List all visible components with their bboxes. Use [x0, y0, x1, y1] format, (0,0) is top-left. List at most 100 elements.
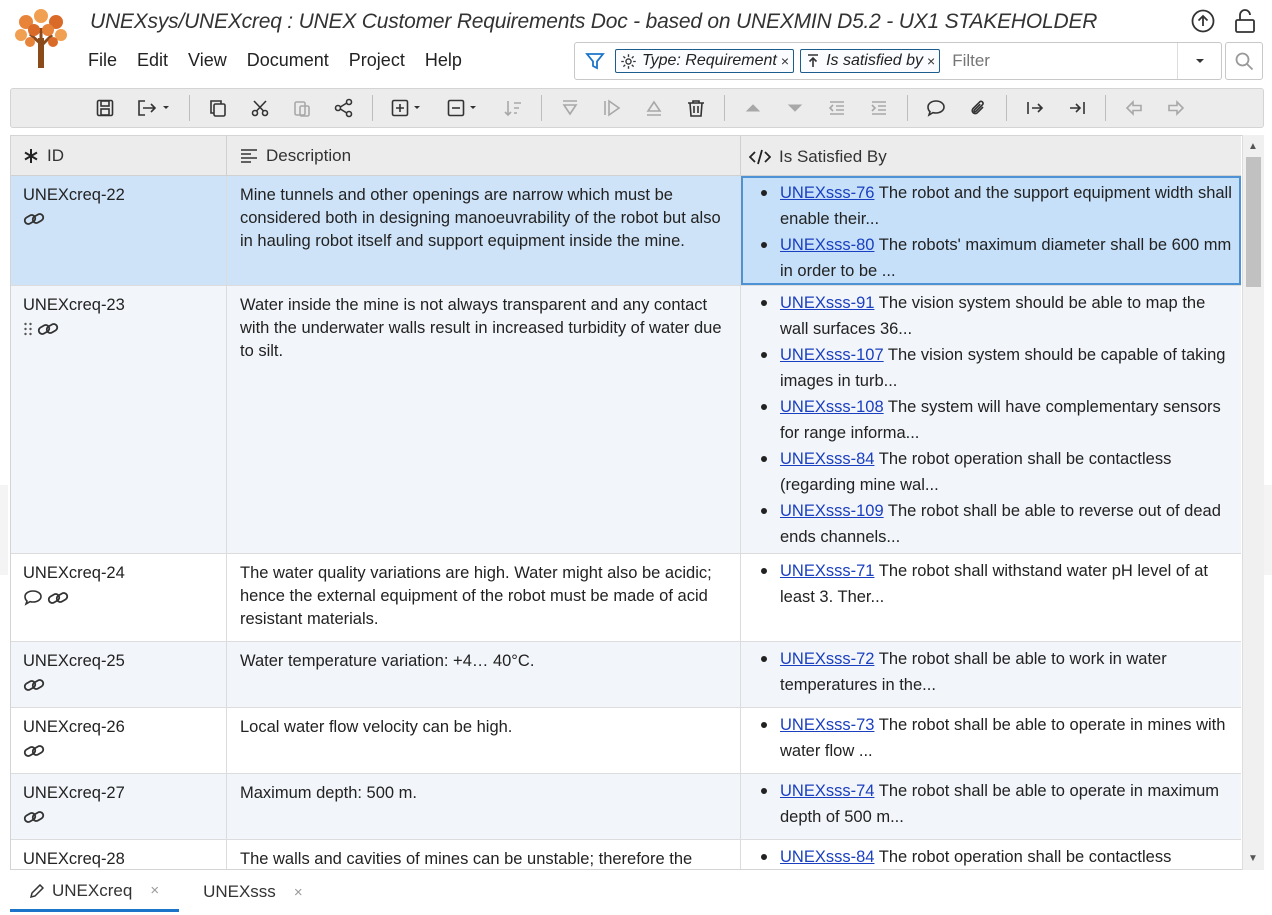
last-link-button[interactable] — [1061, 93, 1093, 123]
column-header-description[interactable]: Description — [227, 136, 741, 176]
id-cell[interactable]: UNEXcreq-28 — [11, 840, 227, 869]
attachment-button[interactable] — [962, 93, 994, 123]
menu-document[interactable]: Document — [247, 50, 329, 71]
tab-unexcreq[interactable]: UNEXcreq × — [10, 872, 180, 912]
link-icon[interactable] — [23, 677, 45, 700]
link-icon[interactable] — [47, 590, 69, 613]
unlock-icon[interactable] — [1232, 8, 1258, 34]
requirement-link[interactable]: UNEXsss-76 — [780, 184, 874, 202]
move-down-button[interactable] — [779, 93, 811, 123]
menu-edit[interactable]: Edit — [137, 50, 168, 71]
share-button[interactable] — [328, 93, 360, 123]
menu-view[interactable]: View — [188, 50, 227, 71]
id-cell[interactable]: UNEXcreq-24 — [11, 554, 227, 641]
remove-item-button[interactable] — [441, 93, 487, 123]
filter-input[interactable] — [952, 51, 1143, 71]
link-icon[interactable] — [23, 743, 45, 766]
satisfied-by-cell[interactable]: UNEXsss-72 The robot shall be able to wo… — [741, 642, 1241, 707]
satisfied-by-cell[interactable]: UNEXsss-76 The robot and the support equ… — [741, 176, 1241, 285]
table-row[interactable]: UNEXcreq-27 Maximum depth: 500 m. UNEXsss-… — [11, 774, 1241, 840]
add-item-button[interactable] — [385, 93, 431, 123]
column-header-satisfied-by[interactable]: Is Satisfied By — [741, 136, 1241, 176]
satisfied-by-cell[interactable]: UNEXsss-84 The robot operation shall be … — [741, 840, 1241, 869]
filter-funnel-icon[interactable] — [575, 51, 615, 71]
requirement-link[interactable]: UNEXsss-74 — [780, 782, 874, 800]
filter-chip-close-icon[interactable]: × — [781, 53, 789, 69]
requirement-link[interactable]: UNEXsss-80 — [780, 236, 874, 254]
requirement-link[interactable]: UNEXsss-84 — [780, 848, 874, 866]
paste-button[interactable] — [286, 93, 318, 123]
requirement-link[interactable]: UNEXsss-108 — [780, 398, 884, 416]
tab-close-icon[interactable]: × — [294, 884, 303, 901]
menu-help[interactable]: Help — [425, 50, 462, 71]
satisfied-by-cell[interactable]: UNEXsss-91 The vision system should be a… — [741, 286, 1241, 553]
right-panel-handle[interactable] — [1264, 485, 1272, 575]
table-row[interactable]: UNEXcreq-26 Local water flow velocity can… — [11, 708, 1241, 774]
filter-dropdown-icon[interactable] — [1177, 43, 1221, 79]
scrollbar-thumb[interactable] — [1246, 157, 1261, 287]
description-cell[interactable]: The walls and cavities of mines can be u… — [227, 840, 741, 869]
outdent-button[interactable] — [821, 93, 853, 123]
description-cell[interactable]: Mine tunnels and other openings are narr… — [227, 176, 741, 285]
menu-project[interactable]: Project — [349, 50, 405, 71]
table-row[interactable]: UNEXcreq-24 The water quality variations … — [11, 554, 1241, 642]
requirement-link[interactable]: UNEXsss-91 — [780, 294, 874, 312]
satisfied-by-cell[interactable]: UNEXsss-74 The robot shall be able to op… — [741, 774, 1241, 839]
requirement-link[interactable]: UNEXsss-109 — [780, 502, 884, 520]
description-cell[interactable]: The water quality variations are high. W… — [227, 554, 741, 641]
comment-icon[interactable] — [23, 589, 43, 614]
copy-button[interactable] — [202, 93, 234, 123]
table-row[interactable]: UNEXcreq-22 Mine tunnels and other openin… — [11, 176, 1241, 286]
description-cell[interactable]: Water temperature variation: +4… 40°C. — [227, 642, 741, 707]
requirement-link[interactable]: UNEXsss-73 — [780, 716, 874, 734]
next-link-button[interactable] — [1019, 93, 1051, 123]
requirement-link[interactable]: UNEXsss-71 — [780, 562, 874, 580]
drag-handle-icon[interactable] — [23, 321, 33, 344]
id-cell[interactable]: UNEXcreq-23 — [11, 286, 227, 553]
comment-button[interactable] — [920, 93, 952, 123]
description-cell[interactable]: Maximum depth: 500 m. — [227, 774, 741, 839]
collapse-button[interactable] — [554, 93, 586, 123]
back-button[interactable] — [1118, 93, 1150, 123]
filter-chip-label: Type: Requirement — [642, 52, 777, 69]
cut-button[interactable] — [244, 93, 276, 123]
tab-close-icon[interactable]: × — [150, 882, 159, 899]
sort-button[interactable] — [497, 93, 529, 123]
save-button[interactable] — [89, 93, 121, 123]
id-cell[interactable]: UNEXcreq-25 — [11, 642, 227, 707]
description-cell[interactable]: Local water flow velocity can be high. — [227, 708, 741, 773]
filter-chip-close-icon[interactable]: × — [927, 53, 935, 69]
id-cell[interactable]: UNEXcreq-22 — [11, 176, 227, 285]
move-up-button[interactable] — [737, 93, 769, 123]
table-row[interactable]: UNEXcreq-23 Water inside the mine is not … — [11, 286, 1241, 554]
satisfied-by-cell[interactable]: UNEXsss-71 The robot shall withstand wat… — [741, 554, 1241, 641]
requirement-link[interactable]: UNEXsss-72 — [780, 650, 874, 668]
description-cell[interactable]: Water inside the mine is not always tran… — [227, 286, 741, 553]
tab-unexsss[interactable]: UNEXsss × — [179, 872, 323, 912]
link-icon[interactable] — [23, 809, 45, 832]
left-panel-handle[interactable] — [0, 485, 8, 575]
delete-button[interactable] — [680, 93, 712, 123]
forward-button[interactable] — [1160, 93, 1192, 123]
requirement-link[interactable]: UNEXsss-84 — [780, 450, 874, 468]
vertical-scrollbar[interactable]: ▲ ▼ — [1242, 135, 1264, 870]
eject-button[interactable] — [638, 93, 670, 123]
filter-chip-satisfied[interactable]: Is satisfied by × — [800, 49, 941, 73]
id-cell[interactable]: UNEXcreq-27 — [11, 774, 227, 839]
filter-chip-type[interactable]: Type: Requirement × — [615, 49, 795, 73]
satisfied-by-cell[interactable]: UNEXsss-73 The robot shall be able to op… — [741, 708, 1241, 773]
table-row[interactable]: UNEXcreq-28 The walls and cavities of min… — [11, 840, 1241, 869]
column-header-id[interactable]: ID — [11, 136, 227, 176]
upload-icon[interactable] — [1190, 8, 1216, 34]
menu-file[interactable]: File — [88, 50, 117, 71]
link-icon[interactable] — [23, 211, 45, 234]
requirement-link[interactable]: UNEXsss-107 — [780, 346, 884, 364]
table-row[interactable]: UNEXcreq-25 Water temperature variation: … — [11, 642, 1241, 708]
play-button[interactable] — [596, 93, 628, 123]
link-icon[interactable] — [37, 321, 59, 344]
export-button[interactable] — [131, 93, 177, 123]
indent-button[interactable] — [863, 93, 895, 123]
search-button[interactable] — [1225, 42, 1263, 80]
id-cell[interactable]: UNEXcreq-26 — [11, 708, 227, 773]
list-item: UNEXsss-74 The robot shall be able to op… — [761, 778, 1233, 830]
